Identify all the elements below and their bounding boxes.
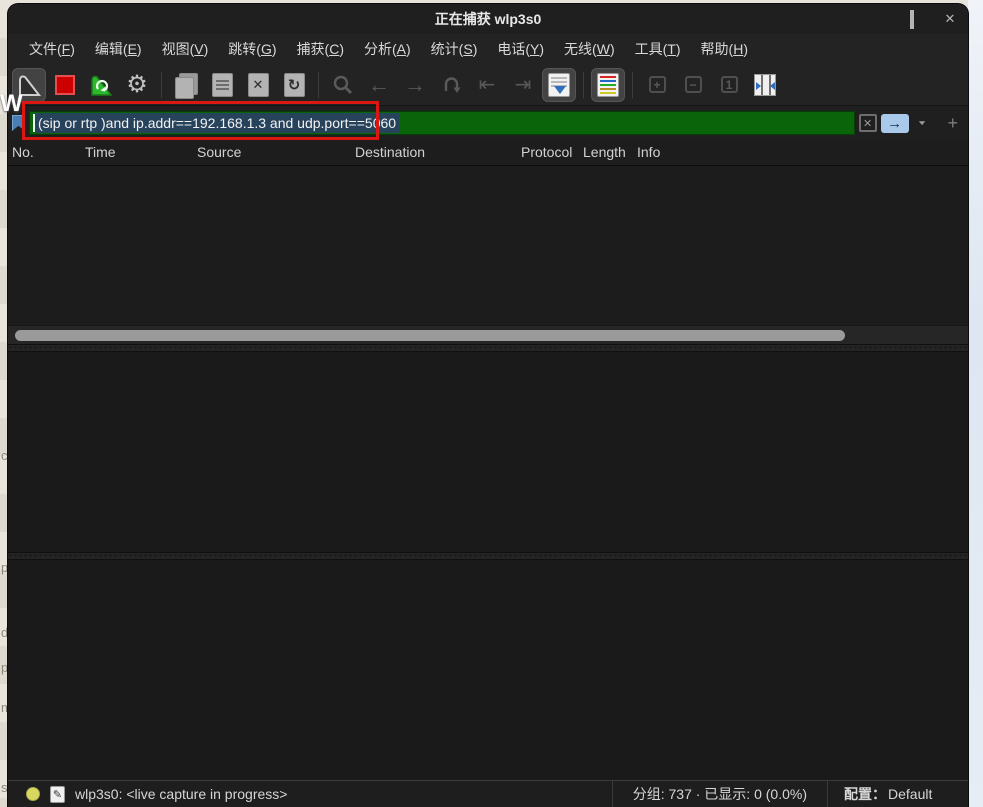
go-last-icon: ⇥ (515, 75, 532, 95)
filter-bar: (sip or rtp )and ip.addr==192.168.1.3 an… (8, 106, 968, 140)
auto-scroll-toggle[interactable] (542, 68, 576, 102)
profile-value: Default (888, 786, 932, 802)
column-source[interactable]: Source (197, 144, 241, 160)
column-no[interactable]: No. (12, 144, 34, 160)
toolbar-separator (318, 72, 319, 98)
zoom-out-button[interactable]: − (676, 68, 710, 102)
toolbar-separator (632, 72, 633, 98)
column-protocol[interactable]: Protocol (521, 144, 572, 160)
colorize-toggle[interactable] (591, 68, 625, 102)
stop-square-icon (55, 75, 75, 95)
find-packet-button[interactable] (326, 68, 360, 102)
display-filter-input[interactable]: (sip or rtp )and ip.addr==192.168.1.3 an… (29, 111, 855, 135)
packet-count-summary: 分组: 737 · 已显示: 0 (0.0%) (612, 781, 828, 807)
packet-list-header: No. Time Source Destination Protocol Len… (8, 140, 968, 166)
close-file-icon: ✕ (248, 73, 269, 97)
zoom-out-icon: − (685, 76, 702, 93)
toolbar-separator (583, 72, 584, 98)
menu-statistics[interactable]: 统计(S) (422, 36, 487, 62)
go-first-packet-button[interactable]: ⇤ (470, 68, 504, 102)
maximize-button[interactable] (904, 12, 920, 27)
back-arrow-icon: ← (368, 74, 390, 96)
zoom-in-button[interactable]: + (640, 68, 674, 102)
capture-status-text: wlp3s0: <live capture in progress> (75, 786, 287, 802)
window-title: 正在捕获 wlp3s0 (435, 9, 542, 29)
column-length[interactable]: Length (583, 144, 626, 160)
horizontal-scrollbar[interactable] (8, 325, 968, 344)
zoom-original-button[interactable]: 1 (712, 68, 746, 102)
open-file-button[interactable] (169, 68, 203, 102)
open-file-icon (171, 68, 201, 102)
go-first-icon: ⇤ (479, 75, 496, 95)
filter-apply-button[interactable]: → (881, 114, 909, 133)
menu-bar: 文件(F) 编辑(E) 视图(V) 跳转(G) 捕获(C) 分析(A) 统计(S… (8, 34, 968, 64)
close-file-button[interactable]: ✕ (241, 68, 275, 102)
goto-packet-icon (440, 74, 462, 96)
auto-scroll-icon (548, 73, 570, 97)
go-last-packet-button[interactable]: ⇥ (506, 68, 540, 102)
zoom-in-icon: + (649, 76, 666, 93)
menu-capture[interactable]: 捕获(C) (288, 36, 353, 62)
menu-help[interactable]: 帮助(H) (692, 36, 757, 62)
save-file-button[interactable] (205, 68, 239, 102)
status-bar: ✎ wlp3s0: <live capture in progress> 分组:… (8, 780, 968, 807)
filter-text-selected: (sip or rtp )and ip.addr==192.168.1.3 an… (35, 113, 399, 133)
column-destination[interactable]: Destination (355, 144, 425, 160)
window-controls: ✕ (866, 4, 958, 34)
colorize-icon (597, 73, 619, 97)
filter-add-button[interactable]: + (943, 113, 962, 134)
restart-capture-button[interactable] (84, 68, 118, 102)
wireshark-window: 正在捕获 wlp3s0 ✕ 文件(F) 编辑(E) 视图(V) 跳转(G) 捕获… (8, 4, 968, 807)
toolbar-separator (161, 72, 162, 98)
desktop-background-right (968, 0, 983, 807)
menu-analyze[interactable]: 分析(A) (355, 36, 420, 62)
pane-splitter[interactable] (8, 552, 968, 560)
menu-wireless[interactable]: 无线(W) (555, 36, 624, 62)
menu-file[interactable]: 文件(F) (20, 36, 84, 62)
packet-bytes-pane[interactable] (8, 560, 968, 780)
desktop-text-fragment: W (0, 90, 23, 118)
capture-comment-icon[interactable]: ✎ (50, 786, 65, 803)
save-file-icon (212, 73, 233, 97)
close-button[interactable]: ✕ (942, 11, 958, 27)
profile-section[interactable]: 配置： Default (828, 784, 968, 804)
packet-details-pane[interactable] (8, 352, 968, 552)
stop-capture-button[interactable] (48, 68, 82, 102)
pane-splitter[interactable] (8, 344, 968, 352)
go-back-button[interactable]: ← (362, 68, 396, 102)
zoom-original-icon: 1 (721, 76, 738, 93)
resize-columns-button[interactable] (748, 68, 782, 102)
menu-edit[interactable]: 编辑(E) (86, 36, 151, 62)
go-forward-button[interactable]: → (398, 68, 432, 102)
column-info[interactable]: Info (637, 144, 660, 160)
reload-file-icon: ↻ (284, 73, 305, 97)
menu-telephony[interactable]: 电话(Y) (488, 36, 553, 62)
go-to-packet-button[interactable] (434, 68, 468, 102)
profile-label: 配置： (844, 784, 886, 804)
filter-clear-button[interactable]: ✕ (859, 114, 877, 132)
main-toolbar: ⚙ ✕ ↻ ← → (8, 64, 968, 106)
column-time[interactable]: Time (85, 144, 116, 160)
forward-arrow-icon: → (404, 74, 426, 96)
packet-list-pane[interactable] (8, 166, 968, 325)
status-left: ✎ wlp3s0: <live capture in progress> (8, 786, 612, 803)
scrollbar-handle[interactable] (15, 330, 845, 341)
restart-fin-icon (88, 72, 114, 98)
menu-tools[interactable]: 工具(T) (626, 36, 690, 62)
menu-go[interactable]: 跳转(G) (219, 36, 285, 62)
search-icon (332, 74, 354, 96)
expert-info-icon[interactable] (26, 787, 40, 801)
reload-file-button[interactable]: ↻ (277, 68, 311, 102)
capture-options-button[interactable]: ⚙ (120, 68, 154, 102)
filter-dropdown-caret[interactable]: ▼ (913, 119, 932, 126)
title-bar[interactable]: 正在捕获 wlp3s0 ✕ (8, 4, 968, 34)
gear-icon: ⚙ (126, 73, 148, 97)
menu-view[interactable]: 视图(V) (153, 36, 218, 62)
resize-columns-icon (754, 74, 776, 96)
